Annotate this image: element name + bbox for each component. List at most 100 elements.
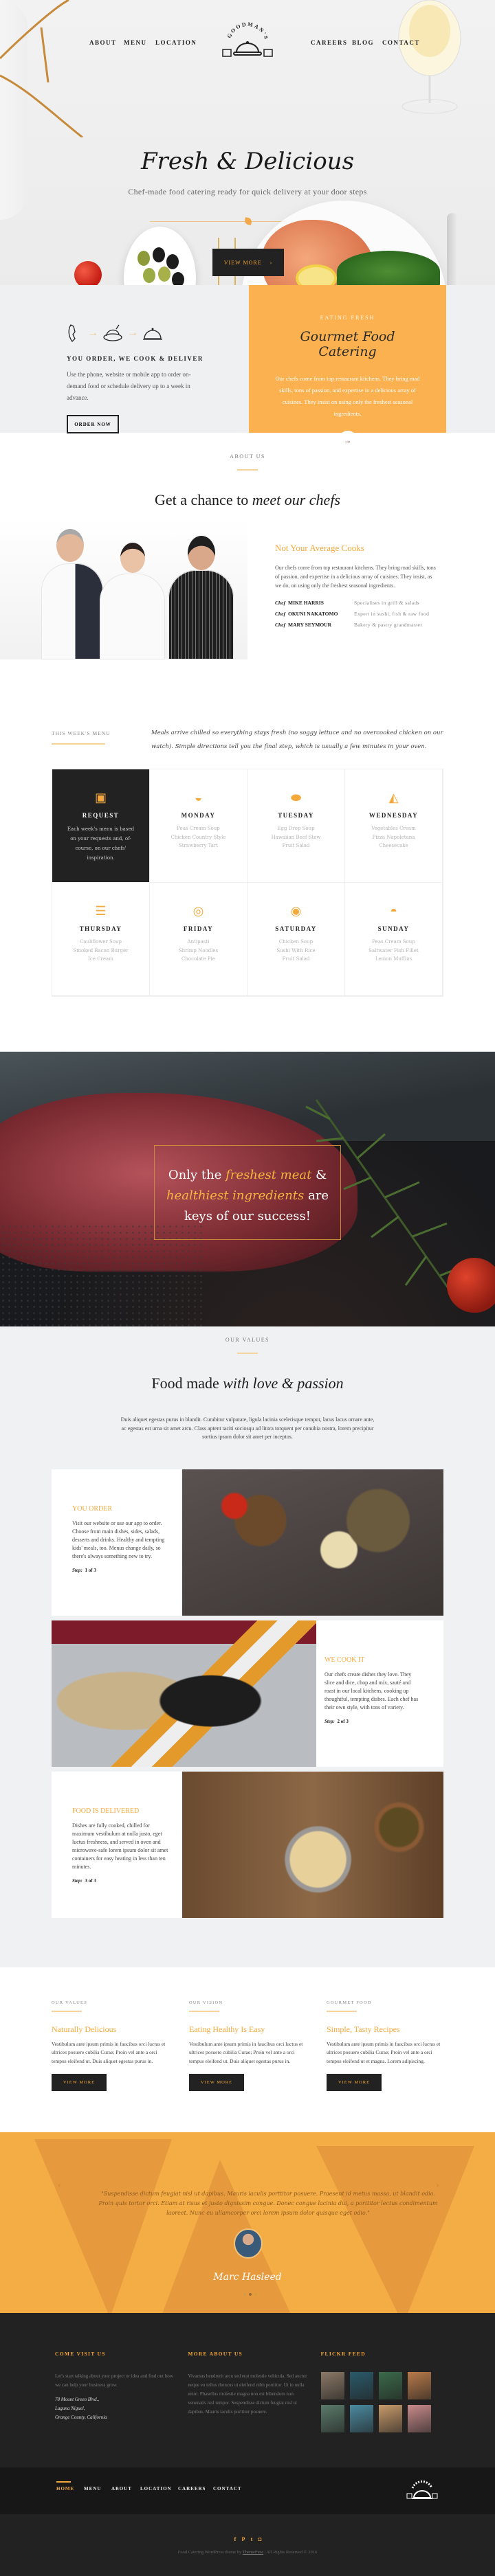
arrow-right-icon: → — [87, 327, 98, 339]
chef-desc: Specialises in grill & salads — [354, 600, 419, 606]
hero-view-more-button[interactable]: VIEW MORE › — [212, 249, 284, 276]
column-title: Naturally Delicious — [52, 2024, 117, 2034]
view-more-button[interactable]: VIEW MORE — [327, 2074, 382, 2091]
tomato-image — [447, 1258, 495, 1313]
flickr-thumbnail[interactable] — [349, 2372, 373, 2399]
carousel-dot[interactable] — [254, 2293, 257, 2296]
about-title: Get a chance to meet our chefs — [155, 491, 340, 508]
menu-item: Smoked Bacon Burger — [73, 947, 129, 953]
footer-nav-contact[interactable]: CONTACT — [213, 2486, 241, 2492]
menu-cell-friday[interactable]: ◎ FRIDAY Antipasti Shrimp Noodles Chocolate … — [150, 883, 248, 996]
social-links: f P t ◘ — [0, 2536, 495, 2543]
menu-cell-tuesday[interactable]: ⬬ TUESDAY Egg Drop Soup Hawaiian Beef Stew F… — [248, 769, 345, 883]
roast-chicken-icon: ◒ — [195, 791, 202, 804]
step-title: FOOD IS DELIVERED — [72, 1807, 140, 1815]
info-columns: OUR VALUES Naturally Delicious Vestibulu… — [0, 1967, 495, 2133]
footer-widgets: COME VISIT US Let's start talking about … — [0, 2313, 495, 2467]
menu-cell-sunday[interactable]: ◓ SUNDAY Peas Cream Soup Saltwater Fish Fil… — [345, 883, 443, 996]
svg-text:GOODMAN'S: GOODMAN'S — [226, 21, 270, 41]
menu-cell-wednesday[interactable]: ◭ WEDNESDAY Vegetables Cream Pizza Napoleta… — [345, 769, 443, 883]
values-section: OUR VALUES Food made with love & passion… — [0, 1326, 495, 1967]
step-text: Dishes are fully cooked, chilled for max… — [72, 1822, 168, 1870]
step-text: Our chefs create dishes they love. They … — [324, 1671, 419, 1710]
menu-day-title: WEDNESDAY — [368, 812, 419, 819]
step-number: Step: 2 of 3 — [324, 1718, 349, 1724]
footer-flickr: FLICKR FEED — [320, 2351, 440, 2440]
soup-bowl-icon: ◉ — [290, 904, 302, 918]
flickr-thumbnail[interactable] — [320, 2372, 344, 2399]
pizza-slice-icon: ◭ — [388, 791, 399, 804]
flickr-thumbnail[interactable] — [349, 2405, 373, 2432]
info-column: OUR VALUES Naturally Delicious Vestibulu… — [52, 2000, 168, 2091]
footer-logo[interactable] — [406, 2474, 439, 2506]
menu-item: Chicken Soup — [278, 939, 314, 945]
menu-grid: ▣ REQUEST Each week's menu is based on you… — [52, 769, 443, 997]
logo[interactable]: GOODMAN'S — [220, 21, 275, 65]
themefuse-link[interactable]: ThemeFuse — [243, 2550, 263, 2555]
menu-item: Vegetables Cream — [371, 826, 416, 831]
nav-menu[interactable]: MENU — [124, 39, 147, 46]
order-now-button[interactable]: ORDER NOW — [67, 415, 119, 433]
flickr-thumbnail[interactable] — [378, 2405, 402, 2432]
menu-intro: Meals arrive chilled so everything stays… — [151, 730, 443, 750]
info-column: GOURMET FOOD Simple, Tasty Recipes Vesti… — [327, 2000, 443, 2091]
meat-banner: Only the freshest meat & healthiest ingr… — [0, 1052, 495, 1326]
menu-item: Saltwater Fish Fillet — [368, 947, 419, 953]
menu-item: Fruit Salad — [282, 843, 310, 848]
footer-nav-about[interactable]: ABOUT — [111, 2486, 132, 2492]
menu-cell-monday[interactable]: ◒ MONDAY Peas Cream Soup Chicken Country St… — [150, 769, 248, 883]
carousel-dot-active[interactable] — [249, 2293, 252, 2296]
column-text: Vestibulum ante ipsum primis in faucibus… — [52, 2040, 166, 2064]
tumblr-icon[interactable]: t — [249, 2536, 254, 2543]
footer-nav-home[interactable]: HOME — [56, 2486, 74, 2492]
carousel-prev-icon[interactable]: ‹ — [58, 2180, 61, 2191]
footer-more: MORE ABOUT US Vivamus hendrerit arcu sed… — [188, 2351, 307, 2415]
instagram-icon[interactable]: ◘ — [257, 2536, 263, 2543]
flickr-thumbnail[interactable] — [320, 2405, 344, 2432]
about-eyebrow: ABOUT US — [230, 453, 265, 460]
carousel-dot[interactable] — [243, 2293, 246, 2296]
glasses-image — [0, 0, 83, 137]
footer-nav-location[interactable]: LOCATION — [140, 2486, 172, 2492]
view-more-button[interactable]: VIEW MORE — [189, 2074, 244, 2091]
menu-cell-saturday[interactable]: ◉ SATURDAY Chicken Soup Sushi With Rice Frui… — [248, 883, 345, 996]
step-text: Visit our website or use our app to orde… — [72, 1519, 165, 1559]
carousel-dots — [243, 2293, 257, 2296]
menu-item: Sushi With Rice — [276, 947, 316, 953]
nav-about[interactable]: ABOUT — [89, 39, 117, 46]
nav-contact[interactable]: CONTACT — [382, 39, 420, 46]
menu-cell-request[interactable]: ▣ REQUEST Each week's menu is based on you… — [52, 769, 150, 883]
footer-nav-careers[interactable]: CAREERS — [178, 2486, 206, 2492]
chef-row: Chef OKUNI NAKATOMO Expert in sushi, fish… — [275, 611, 430, 617]
step-title: YOU ORDER — [72, 1504, 113, 1513]
menu-day-title: MONDAY — [181, 812, 216, 819]
nav-blog[interactable]: BLOG — [352, 39, 374, 46]
order-steps-icons: → → — [67, 321, 249, 346]
menu-cell-thursday[interactable]: ☰ THURSDAY Cauliflower Soup Smoked Bacon Bu… — [52, 883, 150, 996]
step-number: Step: 1 of 3 — [72, 1567, 96, 1573]
pinterest-icon[interactable]: P — [241, 2536, 246, 2543]
testimonial-section: ‹ › "Suspendisse dictum feugiat nisl ut … — [0, 2132, 495, 2313]
nav-location[interactable]: LOCATION — [155, 39, 197, 46]
flickr-thumbnail[interactable] — [407, 2372, 431, 2399]
step-card: FOOD IS DELIVERED Dishes are fully cooke… — [52, 1771, 443, 1918]
chef-name: MARY SEYMOUR — [288, 622, 331, 628]
bottom-nav: HOME MENU ABOUT LOCATION CAREERS CONTACT — [0, 2467, 495, 2514]
order-text: Use the phone, website or mobile app to … — [67, 371, 191, 401]
facebook-icon[interactable]: f — [232, 2536, 238, 2543]
flickr-thumbnail[interactable] — [378, 2372, 402, 2399]
fish-plate-icon: ◓ — [390, 904, 397, 918]
values-lead: Duis aliquet egestas purus in blandit. C… — [120, 1416, 375, 1440]
step-number: Step: 3 of 3 — [72, 1877, 96, 1884]
step-card: WE COOK IT Our chefs create dishes they … — [52, 1620, 443, 1767]
footer-nav-menu[interactable]: MENU — [84, 2486, 101, 2492]
menu-day-title: FRIDAY — [183, 925, 214, 932]
menu-item: Peas Cream Soup — [372, 939, 415, 945]
column-text: Vestibulum ante ipsum primis in faucibus… — [327, 2040, 441, 2064]
menu-day-title: SUNDAY — [377, 925, 410, 932]
view-more-button[interactable]: VIEW MORE — [52, 2074, 107, 2091]
nav-careers[interactable]: CAREERS — [311, 39, 348, 46]
copyright-bar: f P t ◘ Food Catering WordPress theme by… — [0, 2514, 495, 2576]
flickr-thumbnail[interactable] — [407, 2405, 431, 2432]
footer-visit: COME VISIT US Let's start talking about … — [55, 2351, 174, 2440]
